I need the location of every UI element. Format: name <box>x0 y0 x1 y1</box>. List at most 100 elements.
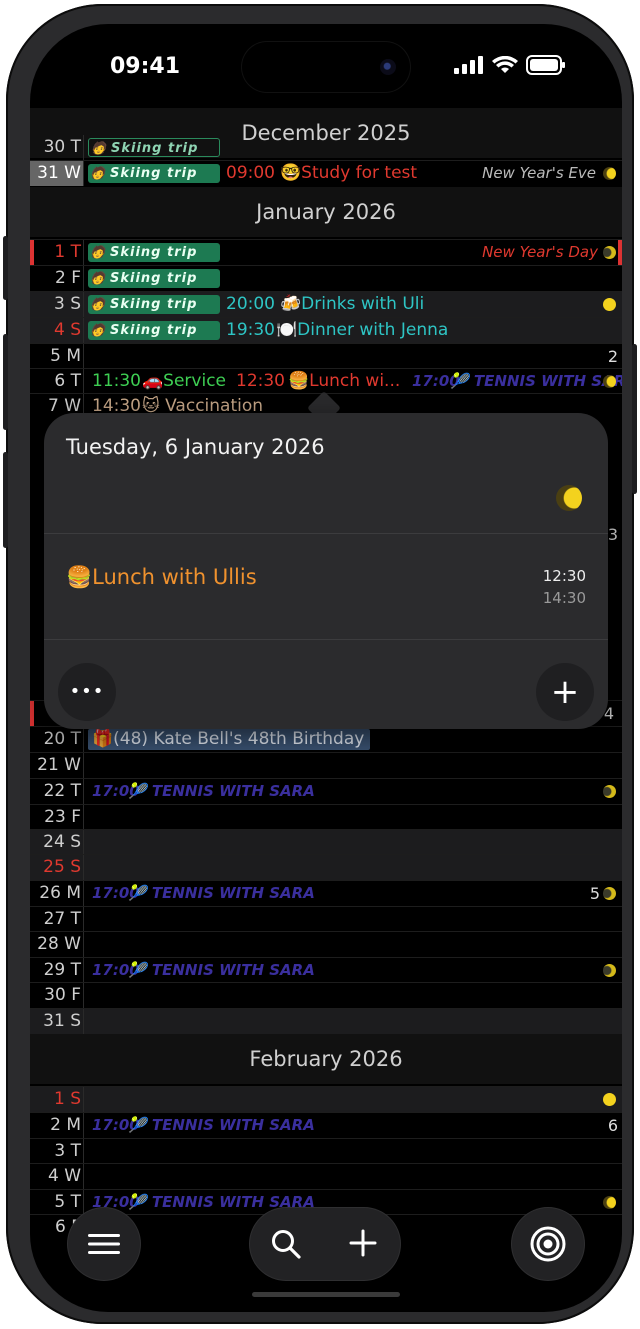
moon-phase-icon <box>603 887 616 900</box>
day-row-feb-3[interactable]: 3 T <box>30 1138 622 1164</box>
home-indicator <box>252 1292 400 1297</box>
moon-phase-icon <box>603 298 616 311</box>
day-row-jan-31[interactable]: 31 S <box>30 1008 622 1034</box>
skiing-trip-event[interactable]: Skiing trip <box>88 138 220 158</box>
day-row-dec-30[interactable]: 30 T Skiing trip <box>30 135 622 160</box>
moon-phase-icon <box>603 964 616 977</box>
menu-button[interactable] <box>68 1208 140 1280</box>
day-row-jan-26[interactable]: 26 M 17:00 🎾 TENNIS WITH SARA 5 <box>30 880 622 906</box>
week-number: 3 <box>607 525 618 544</box>
day-label: 22 T <box>30 779 84 804</box>
day-label: 1 S <box>30 1087 84 1112</box>
volume-up-button <box>3 334 8 430</box>
day-row-jan-30[interactable]: 30 F <box>30 982 622 1008</box>
popup-event-title[interactable]: 🍔Lunch with Ullis <box>66 565 257 590</box>
plus-icon <box>349 1229 377 1257</box>
screen: 09:41 December 2025 30 T Skiing trip <box>30 24 622 1312</box>
skiing-trip-event[interactable]: Skiing trip <box>88 243 220 262</box>
tennis-event[interactable]: 🎾 TENNIS WITH SARA <box>128 958 315 983</box>
event-time: 19:30 <box>226 320 275 340</box>
tennis-event[interactable]: 🎾 TENNIS WITH SARA <box>450 369 622 394</box>
day-label: 5 M <box>30 344 84 369</box>
signal-icon <box>454 56 483 74</box>
status-time: 09:41 <box>110 54 181 79</box>
dinner-event[interactable]: 🍽️Dinner with Jenna <box>276 318 448 343</box>
day-row-jan-23[interactable]: 23 F <box>30 804 622 830</box>
day-row-jan-24[interactable]: 24 S <box>30 829 622 855</box>
add-button[interactable] <box>348 1228 380 1260</box>
add-event-button[interactable]: + <box>536 663 594 721</box>
skiing-trip-event[interactable]: Skiing trip <box>88 321 220 340</box>
day-row-jan-2[interactable]: 2 F Skiing trip <box>30 265 622 291</box>
week-number: 2 <box>607 347 618 366</box>
day-row-jan-22[interactable]: 22 T 17:00 🎾 TENNIS WITH SARA <box>30 778 622 804</box>
tennis-event[interactable]: 🎾 TENNIS WITH SARA <box>128 1113 315 1138</box>
day-row-jan-25[interactable]: 25 S <box>30 854 622 880</box>
day-label: 4 S <box>30 318 84 343</box>
moon-phase-icon <box>603 1093 616 1106</box>
day-label: 31 W <box>30 161 84 186</box>
skiing-trip-event[interactable]: Skiing trip <box>88 164 220 183</box>
week-number: 6 <box>607 1116 618 1135</box>
ellipsis-icon: ••• <box>69 681 105 702</box>
day-label: 29 T <box>30 958 84 983</box>
day-detail-popup: Tuesday, 6 January 2026 🍔Lunch with Ulli… <box>44 413 608 729</box>
study-event[interactable]: 🤓Study for test <box>280 161 417 186</box>
day-row-jan-4[interactable]: 4 S Skiing trip 19:30 🍽️Dinner with Jenn… <box>30 317 622 343</box>
day-label: 25 S <box>30 855 84 880</box>
day-row-feb-1[interactable]: 1 S <box>30 1086 622 1112</box>
day-row-feb-4[interactable]: 4 W <box>30 1163 622 1189</box>
camera-icon <box>380 59 396 75</box>
month-header-february: February 2026 <box>30 1034 622 1084</box>
popup-date: Tuesday, 6 January 2026 <box>66 435 325 459</box>
day-label: 1 T <box>30 240 84 265</box>
tennis-event[interactable]: 🎾 TENNIS WITH SARA <box>128 779 315 804</box>
day-row-jan-6[interactable]: 6 T 11:30 🚗Service 12:30 🍔Lunch wi... 17… <box>30 368 622 394</box>
tennis-event[interactable]: 🎾 TENNIS WITH SARA <box>128 881 315 906</box>
plus-icon: + <box>550 672 580 712</box>
moon-phase-icon <box>603 167 616 180</box>
today-button[interactable] <box>512 1208 584 1280</box>
day-row-jan-1[interactable]: 1 T Skiing trip New Year's Day <box>30 239 622 265</box>
skiing-trip-event[interactable]: Skiing trip <box>88 295 220 314</box>
action-button <box>3 236 8 300</box>
day-label: 24 S <box>30 830 84 855</box>
birthday-event[interactable]: 🎁(48) Kate Bell's 48th Birthday <box>88 729 371 750</box>
skiing-trip-event[interactable]: Skiing trip <box>88 269 220 288</box>
search-icon <box>272 1230 301 1259</box>
power-button <box>632 344 637 494</box>
day-row-dec-31[interactable]: 31 W Skiing trip 09:00 🤓Study for test N… <box>30 160 622 186</box>
event-time: 09:00 <box>226 163 275 183</box>
service-event[interactable]: 🚗Service <box>142 369 226 394</box>
day-label: 3 S <box>30 292 84 317</box>
phone-frame: 09:41 December 2025 30 T Skiing trip <box>3 4 637 1324</box>
day-label: 27 T <box>30 907 84 932</box>
day-row-jan-5[interactable]: 5 M 2 <box>30 343 622 369</box>
day-row-feb-2[interactable]: 2 M 17:00 🎾 TENNIS WITH SARA 6 <box>30 1112 622 1138</box>
event-time: 12:30 <box>236 371 285 391</box>
day-label: 6 T <box>30 369 84 394</box>
status-icons <box>454 55 566 75</box>
day-row-jan-3[interactable]: 3 S Skiing trip 20:00 🍻Drinks with Uli <box>30 291 622 317</box>
popup-event-end: 14:30 <box>542 589 586 607</box>
day-label: 31 S <box>30 1009 84 1034</box>
day-row-jan-27[interactable]: 27 T <box>30 906 622 932</box>
day-row-jan-29[interactable]: 29 T 17:00 🎾 TENNIS WITH SARA <box>30 957 622 983</box>
day-row-jan-21[interactable]: 21 W <box>30 752 622 778</box>
event-time: 20:00 <box>226 294 275 314</box>
wifi-icon <box>492 56 518 73</box>
day-row-jan-20[interactable]: 20 T 🎁(48) Kate Bell's 48th Birthday <box>30 726 622 752</box>
more-options-button[interactable]: ••• <box>58 663 116 721</box>
menu-icon <box>88 1234 120 1254</box>
search-button[interactable] <box>270 1228 304 1262</box>
volume-down-button <box>3 452 8 548</box>
day-label: 26 M <box>30 881 84 906</box>
day-row-jan-28[interactable]: 28 W <box>30 931 622 957</box>
moon-phase-icon <box>603 785 616 798</box>
drinks-event[interactable]: 🍻Drinks with Uli <box>280 292 424 317</box>
divider <box>44 533 608 534</box>
lunch-event[interactable]: 🍔Lunch wi... <box>288 369 400 394</box>
dynamic-island <box>242 42 410 92</box>
day-label: 23 F <box>30 805 84 830</box>
moon-phase-icon <box>556 485 582 511</box>
